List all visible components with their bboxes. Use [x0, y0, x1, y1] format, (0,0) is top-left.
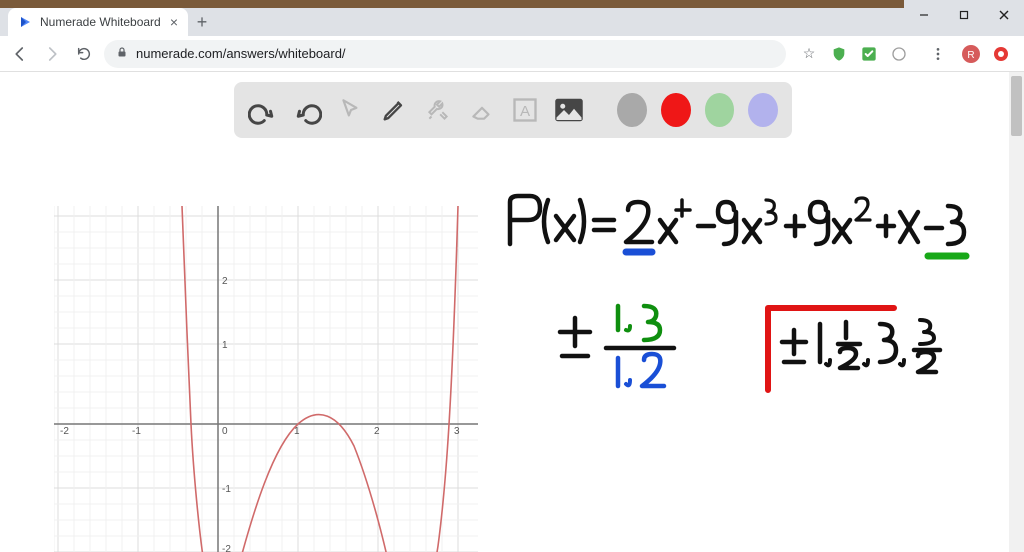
pen-tool[interactable] — [380, 93, 410, 127]
x-tick: 2 — [374, 426, 380, 437]
tab-strip: Numerade Whiteboard × + — [0, 8, 1024, 36]
color-red[interactable] — [661, 93, 691, 127]
x-tick: 3 — [454, 426, 460, 437]
redo-button[interactable] — [292, 93, 322, 127]
y-tick: -1 — [222, 484, 231, 495]
curve-polynomial — [182, 206, 458, 552]
handwriting-area — [500, 172, 970, 472]
browser-tab[interactable]: Numerade Whiteboard × — [8, 8, 188, 36]
extension-shield-icon[interactable] — [830, 45, 848, 63]
rational-roots-list — [768, 308, 940, 390]
tab-title: Numerade Whiteboard — [40, 15, 161, 29]
scroll-thumb[interactable] — [1011, 76, 1022, 136]
window-controls — [904, 0, 1024, 30]
reload-button[interactable] — [72, 42, 96, 66]
maximize-button[interactable] — [944, 0, 984, 30]
undo-button[interactable] — [248, 93, 278, 127]
menu-button[interactable] — [926, 42, 950, 66]
forward-button[interactable] — [40, 42, 64, 66]
vertical-scrollbar[interactable] — [1009, 72, 1024, 552]
extension-check-icon[interactable] — [860, 45, 878, 63]
page-viewport: A — [0, 72, 1024, 552]
x-tick: 0 — [222, 426, 228, 437]
x-tick: -2 — [60, 426, 69, 437]
minimize-button[interactable] — [904, 0, 944, 30]
svg-text:R: R — [967, 50, 974, 61]
tools-button[interactable] — [423, 93, 453, 127]
back-button[interactable] — [8, 42, 32, 66]
browser-toolbar: numerade.com/answers/whiteboard/ ☆ R — [0, 36, 1024, 72]
equation-line — [510, 196, 964, 244]
text-tool[interactable]: A — [511, 93, 541, 127]
pointer-tool[interactable] — [336, 93, 366, 127]
lock-icon — [116, 46, 128, 61]
graph-plot: -2 -1 0 1 2 3 2 1 -1 -2 — [54, 206, 478, 552]
eraser-tool[interactable] — [467, 93, 497, 127]
image-tool[interactable] — [554, 93, 584, 127]
svg-text:A: A — [520, 103, 531, 120]
close-tab-icon[interactable]: × — [170, 14, 178, 30]
star-icon[interactable]: ☆ — [800, 45, 818, 63]
color-grey[interactable] — [617, 93, 647, 127]
color-green[interactable] — [705, 93, 735, 127]
y-tick: 1 — [222, 340, 228, 351]
y-tick: 2 — [222, 276, 228, 287]
profile-avatar[interactable]: R — [962, 45, 980, 63]
url-text: numerade.com/answers/whiteboard/ — [136, 46, 346, 61]
close-window-button[interactable] — [984, 0, 1024, 30]
factors-fraction — [560, 306, 674, 386]
whiteboard-toolbar: A — [234, 82, 792, 138]
color-purple[interactable] — [748, 93, 778, 127]
address-bar[interactable]: numerade.com/answers/whiteboard/ — [104, 40, 786, 68]
y-tick: -2 — [222, 544, 231, 552]
x-tick: -1 — [132, 426, 141, 437]
favicon-icon — [18, 15, 32, 29]
extension-circle-icon[interactable] — [890, 45, 908, 63]
new-tab-button[interactable]: + — [188, 8, 216, 36]
extension-record-icon[interactable] — [992, 45, 1010, 63]
